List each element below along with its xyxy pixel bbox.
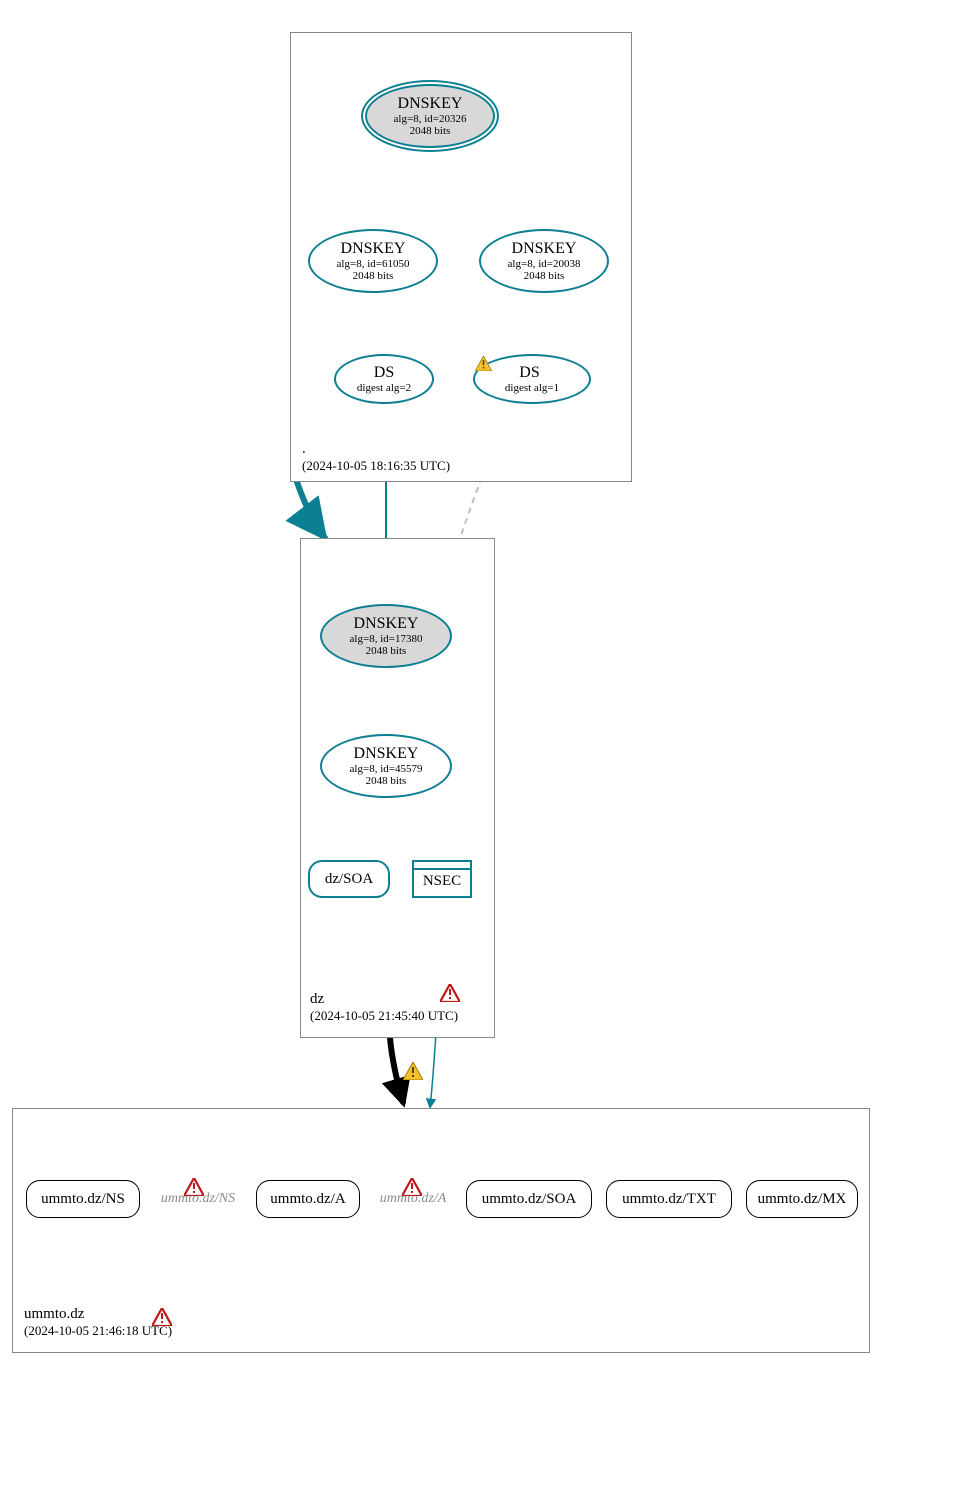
node-dz-nsec-title: NSEC [423,869,461,890]
node-ummto-mx-title: ummto.dz/MX [758,1191,847,1208]
node-root-ds1-title: DS [519,364,539,382]
edge-root-to-dz-zone [297,482,325,538]
node-dz-zsk-title: DNSKEY [354,745,419,763]
error-icon [402,1178,422,1196]
zone-root-name: . [302,440,450,458]
zone-root-timestamp: (2024-10-05 18:16:35 UTC) [302,458,450,474]
edge-dz-to-ummto-zone [390,1038,403,1102]
node-dz-ksk-title: DNSKEY [354,615,419,633]
node-dz-soa: dz/SOA [308,860,390,898]
node-root-ds1: DS digest alg=1 [473,354,591,404]
node-ummto-mx: ummto.dz/MX [746,1180,858,1218]
node-dz-ksk-bits: 2048 bits [366,645,407,657]
node-root-other: DNSKEY alg=8, id=20038 2048 bits [479,229,609,293]
node-ummto-txt-title: ummto.dz/TXT [622,1191,716,1208]
node-root-other-bits: 2048 bits [524,270,565,282]
node-root-zsk-bits: 2048 bits [353,270,394,282]
node-root-zsk-alg: alg=8, id=61050 [337,258,410,270]
node-ummto-soa: ummto.dz/SOA [466,1180,592,1218]
zone-dz-name: dz [310,990,458,1008]
node-dz-soa-title: dz/SOA [325,871,373,888]
node-ummto-a: ummto.dz/A [256,1180,360,1218]
node-dz-ksk-alg: alg=8, id=17380 [350,633,423,645]
zone-ummto-label: ummto.dz (2024-10-05 21:46:18 UTC) [24,1305,172,1339]
node-root-other-title: DNSKEY [512,240,577,258]
node-dz-ksk: DNSKEY alg=8, id=17380 2048 bits [320,604,452,668]
node-ummto-a-title: ummto.dz/A [270,1191,345,1208]
error-icon [184,1178,204,1196]
node-root-ksk-title: DNSKEY [398,95,463,113]
node-ummto-soa-title: ummto.dz/SOA [482,1191,577,1208]
node-ummto-ns-title: ummto.dz/NS [41,1191,125,1208]
zone-dz-label: dz (2024-10-05 21:45:40 UTC) [310,990,458,1024]
zone-dz-timestamp: (2024-10-05 21:45:40 UTC) [310,1008,458,1024]
node-ummto-ns: ummto.dz/NS [26,1180,140,1218]
zone-ummto-name: ummto.dz [24,1305,172,1323]
node-root-zsk-title: DNSKEY [341,240,406,258]
error-icon [152,1308,172,1326]
node-dz-nsec: NSEC [412,860,472,898]
node-root-other-alg: alg=8, id=20038 [508,258,581,270]
node-root-ds2-title: DS [374,364,394,382]
node-root-ds1-alg: digest alg=1 [505,382,559,394]
node-root-ksk-alg: alg=8, id=20326 [394,113,467,125]
node-root-zsk: DNSKEY alg=8, id=61050 2048 bits [308,229,438,293]
node-root-ksk: DNSKEY alg=8, id=20326 2048 bits [365,84,495,148]
error-icon [440,984,460,1002]
node-root-ds2-alg: digest alg=2 [357,382,411,394]
warning-icon [403,1062,423,1080]
node-root-ds2: DS digest alg=2 [334,354,434,404]
node-dz-zsk-bits: 2048 bits [366,775,407,787]
node-dz-zsk-alg: alg=8, id=45579 [350,763,423,775]
node-dz-zsk: DNSKEY alg=8, id=45579 2048 bits [320,734,452,798]
node-ummto-txt: ummto.dz/TXT [606,1180,732,1218]
diagram-canvas: . (2024-10-05 18:16:35 UTC) dz (2024-10-… [0,0,961,1502]
zone-ummto-timestamp: (2024-10-05 21:46:18 UTC) [24,1323,172,1339]
zone-root-label: . (2024-10-05 18:16:35 UTC) [302,440,450,474]
node-root-ksk-bits: 2048 bits [410,125,451,137]
